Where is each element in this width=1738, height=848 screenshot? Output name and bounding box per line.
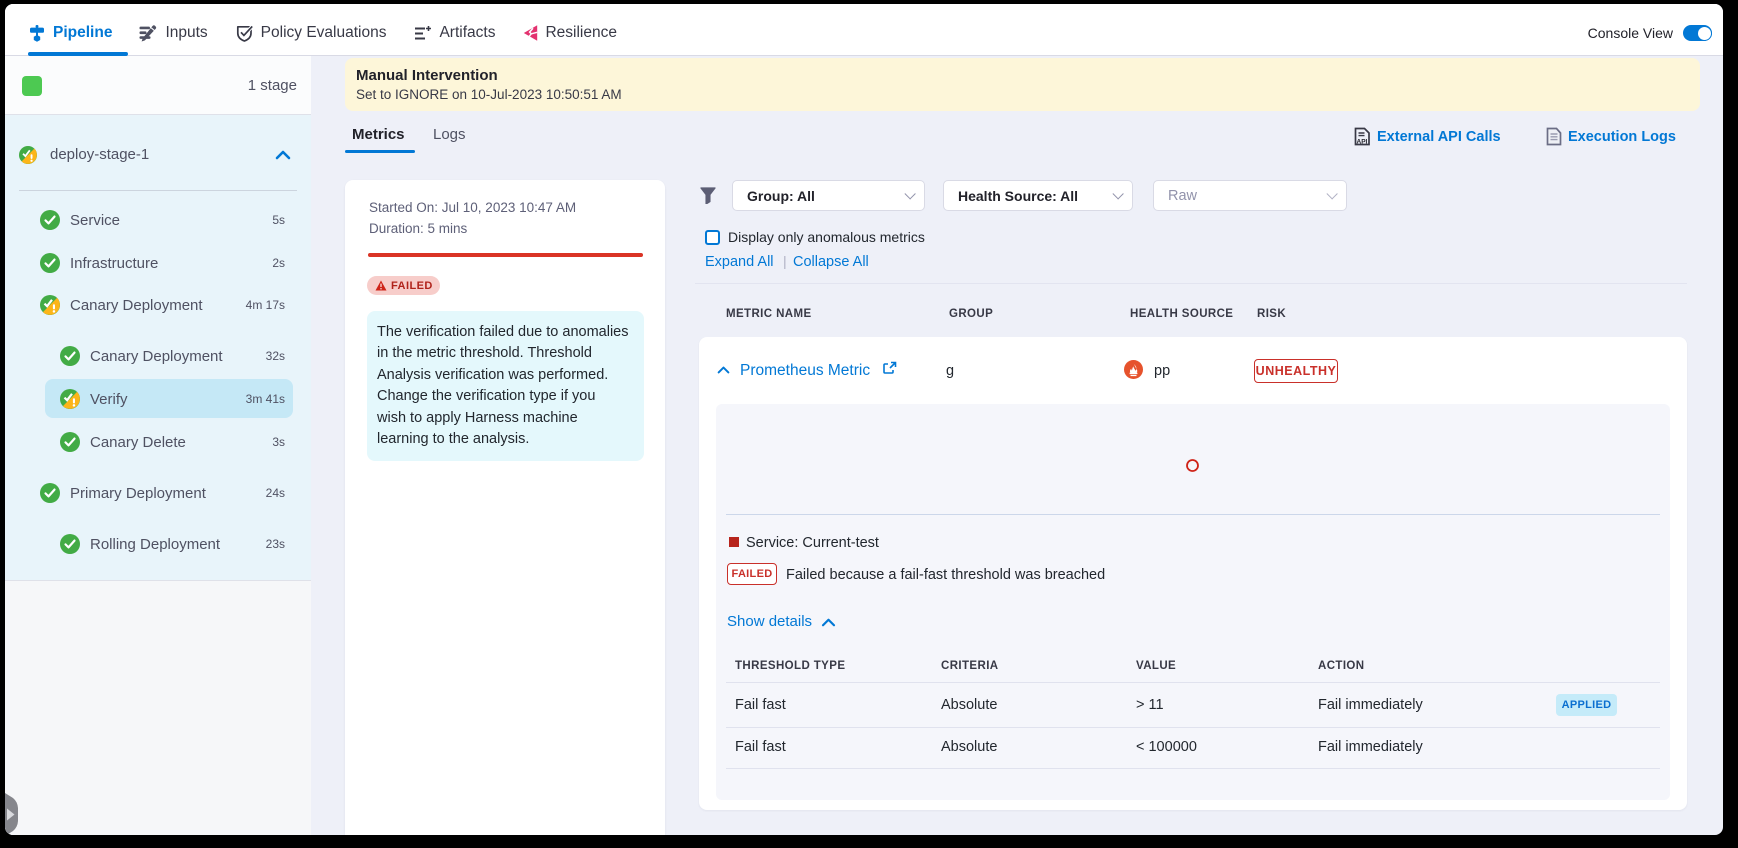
svg-text:API: API	[1357, 139, 1368, 146]
